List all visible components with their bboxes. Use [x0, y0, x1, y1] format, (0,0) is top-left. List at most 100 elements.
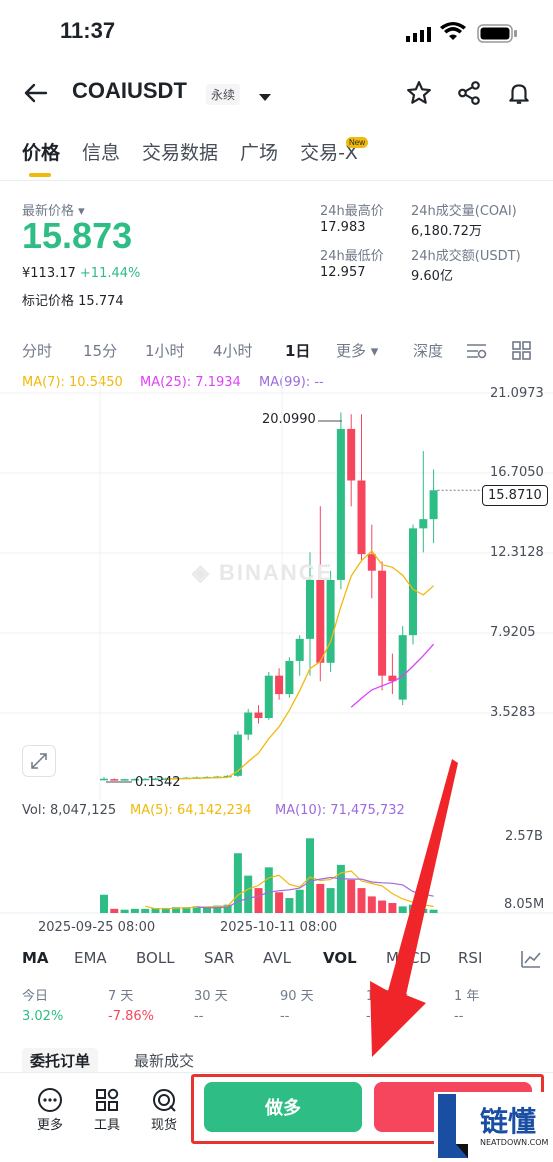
volume-bar	[141, 908, 150, 913]
more-icon	[38, 1088, 62, 1112]
candle	[120, 779, 129, 781]
indicator-ema[interactable]: EMA	[74, 949, 107, 967]
perf-value: 3.02%	[22, 1009, 64, 1024]
new-badge: New	[346, 137, 369, 148]
watermark: ◈ BINANCE	[192, 560, 334, 585]
candle	[244, 712, 253, 735]
tools-tool[interactable]: 工具	[91, 1086, 123, 1133]
spot-icon	[153, 1089, 176, 1112]
date-label-1: 2025-09-25 08:00	[38, 920, 156, 935]
tab-square[interactable]: 广场	[240, 138, 278, 165]
status-time: 11:37	[60, 18, 116, 43]
logo-site: NEATDOWN.COM	[480, 1138, 549, 1147]
volume-bar	[264, 867, 273, 913]
volume-chart	[0, 838, 553, 914]
volume-bar	[254, 888, 263, 913]
perf-label: 7 天	[108, 989, 134, 1004]
candle	[336, 428, 345, 580]
perf-label: 90 天	[280, 989, 314, 1004]
candle	[398, 635, 407, 700]
tools-label: 工具	[93, 1118, 120, 1133]
tab-recent-trades[interactable]: 最新成交	[134, 1050, 194, 1071]
low-label: 24h最低价	[320, 249, 384, 264]
candle	[295, 638, 304, 661]
interval-1d[interactable]: 1日	[285, 340, 310, 361]
candle	[419, 519, 428, 529]
grid-layout-icon[interactable]	[512, 341, 532, 365]
price-tick-3: 12.3128	[490, 545, 544, 560]
perf-label: 30 天	[194, 989, 228, 1004]
interval-more[interactable]: 更多 ▾	[336, 340, 378, 361]
tab-open-orders[interactable]: 委托订单	[22, 1048, 99, 1073]
chart-settings-icon[interactable]	[466, 342, 488, 364]
candle	[367, 554, 376, 571]
interval-1h[interactable]: 1小时	[145, 340, 185, 361]
vol-coin-label: 24h成交量(COAI)	[411, 204, 517, 219]
current-price-tag: 15.8710	[482, 485, 548, 506]
indicator-boll[interactable]: BOLL	[136, 949, 175, 967]
spot-label: 现货	[150, 1118, 177, 1133]
tabs-divider	[0, 180, 553, 181]
tab-underline	[29, 173, 51, 177]
change-pct: +11.44%	[79, 266, 141, 281]
candle	[378, 570, 387, 676]
spot-tool[interactable]: 现货	[148, 1086, 180, 1133]
indicator-ma[interactable]: MA	[22, 949, 49, 967]
binance-logo-icon: ◈	[192, 560, 211, 585]
indicator-avl[interactable]: AVL	[263, 949, 291, 967]
indicator-sar[interactable]: SAR	[204, 949, 234, 967]
signal-icon	[406, 26, 432, 46]
red-arrow-annotation	[370, 759, 458, 1057]
price-tick-2: 16.7050	[490, 465, 544, 480]
interval-15m[interactable]: 15分	[83, 340, 117, 361]
candle	[275, 675, 284, 695]
symbol-title[interactable]: COAIUSDT	[72, 78, 187, 104]
candle	[409, 528, 417, 636]
last-price: 15.873	[22, 215, 133, 256]
share-icon[interactable]	[456, 80, 482, 110]
vol-tick-1: 2.57B	[505, 829, 543, 844]
vol-coin-value: 6,180.72万	[411, 224, 482, 239]
back-arrow-icon[interactable]	[22, 82, 48, 108]
interval-4h[interactable]: 4小时	[213, 340, 253, 361]
tools-icon	[96, 1088, 119, 1111]
bell-icon[interactable]	[506, 80, 532, 110]
price-tick-5: 3.5283	[490, 705, 536, 720]
candle	[429, 490, 438, 520]
price-tick-4: 7.9205	[490, 625, 536, 640]
logo-text: 链懂	[480, 1105, 537, 1138]
cny-price: ¥113.17	[22, 266, 76, 281]
logo-mark-icon	[438, 1094, 468, 1158]
candle	[110, 779, 119, 781]
indicator-settings-icon[interactable]	[520, 949, 542, 973]
tab-info[interactable]: 信息	[82, 138, 120, 165]
interval-time[interactable]: 分时	[22, 340, 52, 361]
chevron-down-icon[interactable]	[258, 88, 272, 107]
vol-legend: Vol: 8,047,125	[22, 803, 117, 818]
mark-price-label: 标记价格	[22, 294, 75, 309]
more-tool[interactable]: 更多	[34, 1086, 66, 1133]
star-icon[interactable]	[406, 80, 432, 110]
volume-bar	[110, 908, 119, 913]
indicator-row: MA EMA BOLL SAR AVL VOL MACD RSI	[0, 949, 553, 971]
tab-trading-data[interactable]: 交易数据	[142, 138, 218, 165]
candle	[316, 579, 325, 663]
expand-icon[interactable]	[22, 745, 56, 777]
candle	[326, 579, 335, 663]
wifi-icon	[440, 22, 466, 46]
contract-type-badge: 永续	[206, 84, 241, 105]
interval-depth[interactable]: 深度	[413, 340, 443, 361]
performance-row: 今日 3.02% 7 天 -7.86% 30 天 -- 90 天 -- 180 …	[0, 985, 553, 1025]
indicator-rsi[interactable]: RSI	[458, 949, 482, 967]
candle	[264, 675, 273, 719]
mark-price: 15.774	[78, 294, 124, 309]
battery-icon	[477, 24, 519, 48]
volume-bar	[100, 894, 108, 913]
volume-bar	[120, 909, 129, 913]
tab-price[interactable]: 价格	[22, 138, 60, 165]
main-tabs: 价格 信息 交易数据 广场 交易-X	[22, 138, 358, 165]
candle	[254, 712, 263, 719]
volume-bar	[295, 889, 304, 913]
candle	[285, 660, 294, 695]
cny-row: ¥113.17 +11.44%	[22, 266, 140, 281]
